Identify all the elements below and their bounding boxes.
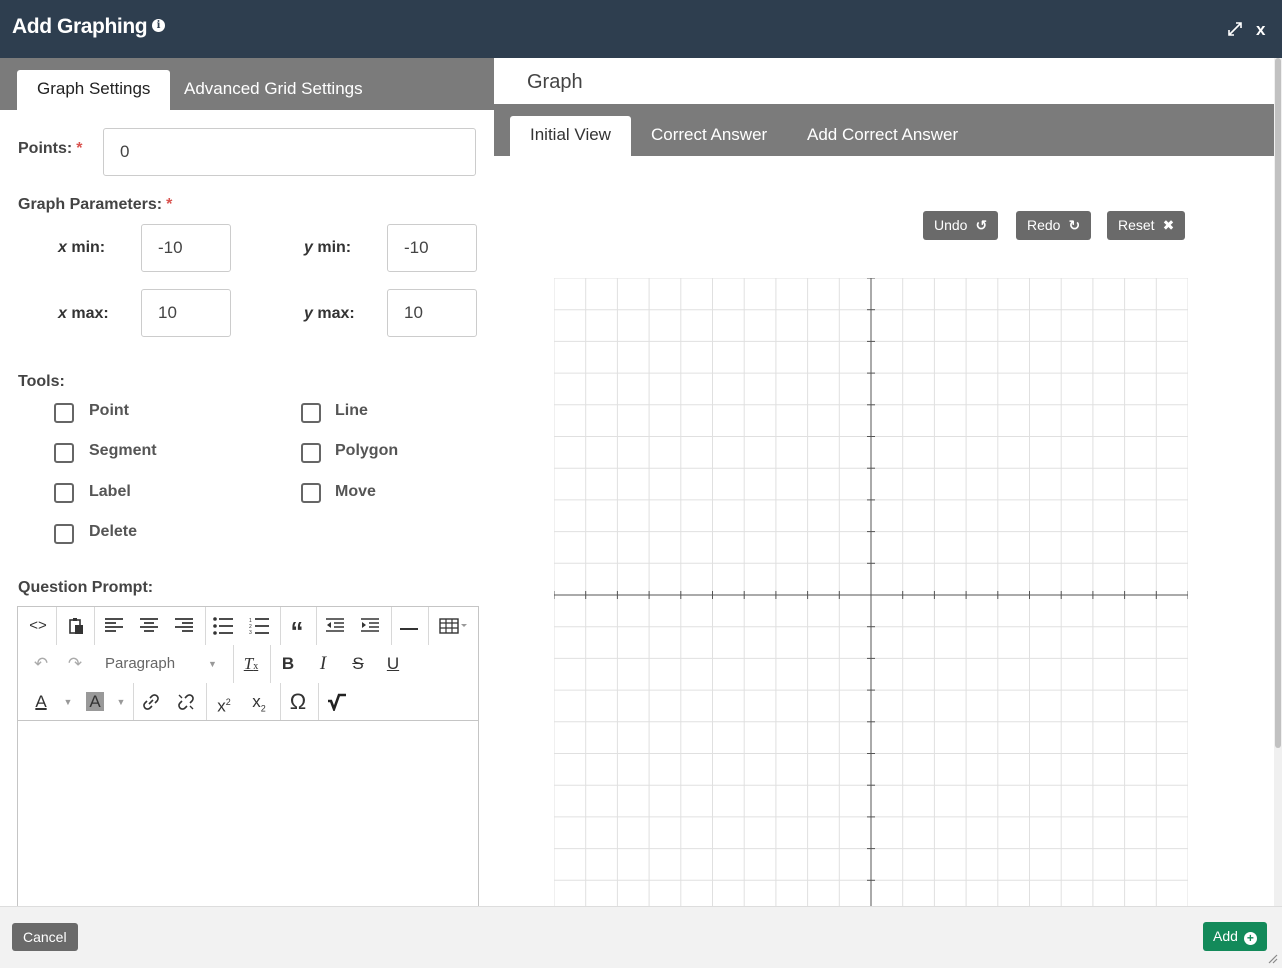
- reset-button[interactable]: Reset ✖: [1107, 211, 1186, 240]
- redo-icon[interactable]: ↷: [60, 649, 90, 679]
- graph-parameters-label: Graph Parameters: *: [18, 196, 173, 213]
- bullet-list-icon[interactable]: [208, 611, 238, 641]
- tool-polygon-label: Polygon: [335, 442, 399, 459]
- undo-icon: ↺: [975, 217, 988, 233]
- bold-icon[interactable]: B: [273, 649, 303, 679]
- expand-icon[interactable]: [1227, 21, 1243, 37]
- tool-line-checkbox[interactable]: [301, 403, 321, 423]
- points-label: Points: *: [18, 140, 83, 157]
- tool-line-label: Line: [335, 402, 368, 419]
- italic-icon[interactable]: I: [308, 649, 338, 679]
- tool-delete-checkbox[interactable]: [54, 524, 74, 544]
- chevron-down-icon[interactable]: ▼: [53, 687, 83, 717]
- add-button[interactable]: Add +: [1203, 922, 1267, 951]
- special-character-icon[interactable]: Ω: [283, 687, 313, 717]
- dialog-title: Add Graphing: [12, 15, 148, 38]
- points-input[interactable]: 0: [103, 128, 476, 176]
- undo-icon[interactable]: ↶: [26, 649, 56, 679]
- cancel-button[interactable]: Cancel: [12, 923, 78, 951]
- tool-label-checkbox[interactable]: [54, 483, 74, 503]
- dialog-titlebar: Add Graphing i x: [0, 0, 1282, 58]
- svg-text:3: 3: [249, 630, 252, 635]
- graph-header: Graph: [494, 58, 1274, 104]
- align-right-icon[interactable]: [169, 611, 199, 641]
- strikethrough-icon[interactable]: S: [343, 649, 373, 679]
- tool-move-checkbox[interactable]: [301, 483, 321, 503]
- indent-icon[interactable]: [355, 611, 385, 641]
- tool-polygon-checkbox[interactable]: [301, 443, 321, 463]
- link-icon[interactable]: [136, 687, 166, 717]
- graph-grid[interactable]: [554, 278, 1188, 906]
- question-prompt-editor[interactable]: [18, 720, 478, 907]
- text-color-icon[interactable]: A: [26, 687, 56, 717]
- redo-icon: ↻: [1068, 217, 1081, 233]
- ymin-label: y min:: [304, 239, 352, 256]
- rich-text-editor: <> 123 “ ↶ ↷ Paragraph▼ Tx B I S U A ▼: [17, 606, 479, 906]
- tools-label: Tools:: [18, 373, 65, 390]
- graph-tab-bar: Initial View Correct Answer Add Correct …: [494, 104, 1274, 156]
- tool-segment-label: Segment: [89, 442, 157, 459]
- required-marker: *: [76, 140, 83, 157]
- tab-initial-view[interactable]: Initial View: [510, 116, 631, 156]
- tool-point-label: Point: [89, 402, 129, 419]
- align-center-icon[interactable]: [134, 611, 164, 641]
- source-code-icon[interactable]: <>: [23, 611, 53, 641]
- close-icon: ✖: [1162, 217, 1175, 233]
- ymax-label: y max:: [304, 305, 355, 322]
- superscript-icon[interactable]: x2: [209, 687, 239, 717]
- dialog-footer: Cancel Add +: [0, 906, 1282, 968]
- xmax-input[interactable]: 10: [141, 289, 231, 337]
- tool-label-label: Label: [89, 483, 131, 500]
- editor-toolbar-row-2: ↶ ↷ Paragraph ▼ Tx B I S U: [18, 645, 478, 683]
- tab-add-correct-answer[interactable]: Add Correct Answer: [787, 116, 978, 156]
- tool-segment-checkbox[interactable]: [54, 443, 74, 463]
- subscript-icon[interactable]: x2: [244, 687, 274, 717]
- tab-advanced-grid-settings[interactable]: Advanced Grid Settings: [164, 70, 383, 110]
- table-icon[interactable]: [434, 611, 474, 641]
- numbered-list-icon[interactable]: 123: [244, 611, 274, 641]
- clear-formatting-icon[interactable]: Tx: [236, 649, 266, 679]
- close-button[interactable]: x: [1256, 20, 1265, 40]
- required-marker: *: [166, 196, 173, 213]
- xmin-label: x min:: [58, 239, 106, 256]
- format-select[interactable]: Paragraph ▼: [98, 649, 228, 679]
- underline-icon[interactable]: U: [378, 649, 408, 679]
- tool-move-label: Move: [335, 483, 376, 500]
- tool-delete-label: Delete: [89, 523, 138, 540]
- xmax-label: x max:: [58, 305, 109, 322]
- scrollbar[interactable]: [1274, 58, 1282, 906]
- align-left-icon[interactable]: [99, 611, 129, 641]
- editor-toolbar-row-1: <> 123 “: [18, 607, 478, 646]
- undo-button[interactable]: Undo ↺: [923, 211, 999, 240]
- info-icon[interactable]: i: [152, 19, 165, 32]
- chevron-down-icon[interactable]: ▼: [106, 687, 136, 717]
- xmin-input[interactable]: -10: [141, 224, 231, 272]
- settings-tab-bar: Graph Settings Advanced Grid Settings: [0, 58, 494, 110]
- math-equation-icon[interactable]: [322, 687, 352, 717]
- tool-point-checkbox[interactable]: [54, 403, 74, 423]
- resize-handle-icon[interactable]: [1266, 952, 1278, 964]
- horizontal-rule-icon[interactable]: [394, 611, 424, 641]
- tab-correct-answer[interactable]: Correct Answer: [631, 116, 787, 156]
- editor-toolbar-row-3: A ▼ A ▼ x2 x2 Ω: [18, 683, 478, 721]
- ymax-input[interactable]: 10: [387, 289, 477, 337]
- paste-icon[interactable]: [61, 611, 91, 641]
- question-prompt-label: Question Prompt:: [18, 579, 154, 596]
- graph-title: Graph: [527, 71, 583, 93]
- blockquote-icon[interactable]: “: [282, 611, 312, 646]
- ymin-input[interactable]: -10: [387, 224, 477, 272]
- outdent-icon[interactable]: [320, 611, 350, 641]
- unlink-icon[interactable]: [171, 687, 201, 717]
- redo-button[interactable]: Redo ↻: [1016, 211, 1092, 240]
- tab-graph-settings[interactable]: Graph Settings: [17, 70, 171, 110]
- plus-circle-icon: +: [1243, 932, 1257, 945]
- scrollbar-thumb[interactable]: [1275, 58, 1281, 748]
